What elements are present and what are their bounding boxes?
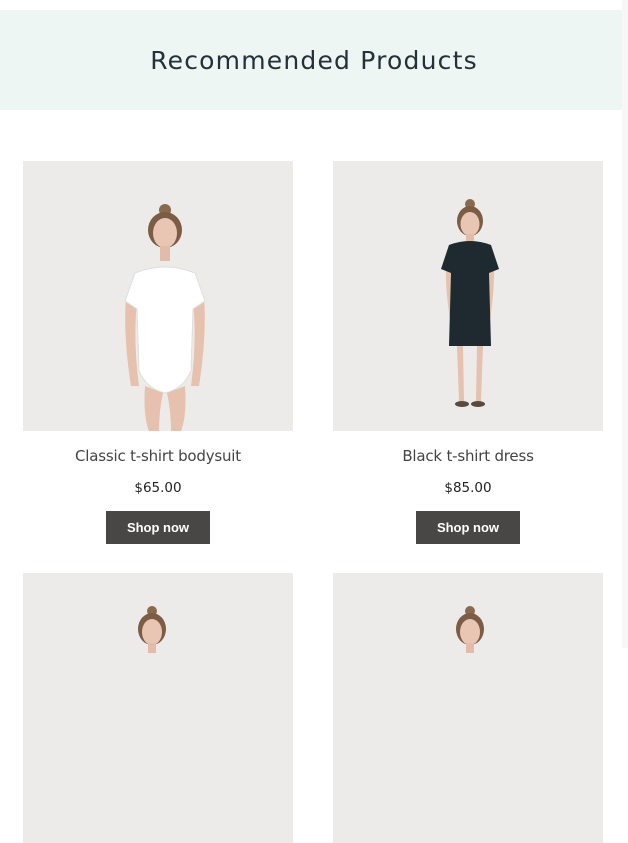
product-name[interactable]: Classic t-shirt bodysuit <box>23 447 293 465</box>
product-price: $65.00 <box>134 480 182 496</box>
section-header: Recommended Products <box>0 10 628 110</box>
product-card <box>23 573 293 843</box>
scrollbar[interactable] <box>622 0 628 648</box>
product-price: $85.00 <box>444 480 492 496</box>
shop-now-button[interactable]: Shop now <box>416 511 520 544</box>
product-card <box>333 573 603 843</box>
model-figure <box>138 606 166 653</box>
product-card: Black t-shirt dress $85.00 Shop now <box>333 161 603 544</box>
model-figure <box>456 606 484 653</box>
product-name[interactable]: Black t-shirt dress <box>333 447 603 465</box>
top-strip <box>0 0 628 10</box>
product-image[interactable] <box>333 161 603 431</box>
section-title: Recommended Products <box>150 45 478 75</box>
product-card: Classic t-shirt bodysuit $65.00 Shop now <box>23 161 293 544</box>
model-bodysuit-figure <box>124 204 206 431</box>
product-image[interactable] <box>333 573 603 843</box>
model-dress-figure <box>441 199 499 407</box>
shop-now-button[interactable]: Shop now <box>106 511 210 544</box>
product-image[interactable] <box>23 573 293 843</box>
product-image[interactable] <box>23 161 293 431</box>
